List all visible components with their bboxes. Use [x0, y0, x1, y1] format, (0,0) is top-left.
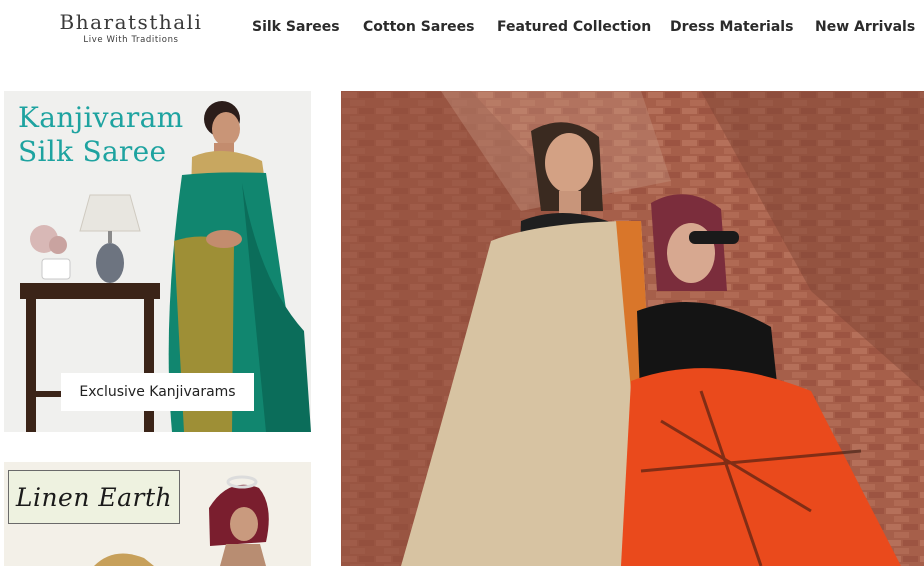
kanjivaram-title-line1: Kanjivaram [18, 101, 184, 134]
linen-earth-title: Linen Earth [15, 482, 173, 512]
nav-item-silk-sarees[interactable]: Silk Sarees [252, 19, 340, 35]
nav-item-dress-materials[interactable]: Dress Materials [670, 19, 793, 35]
nav-item-featured-collection[interactable]: Featured Collection [497, 19, 651, 35]
kanjivaram-card-label[interactable]: Exclusive Kanjivarams [61, 373, 254, 411]
linen-earth-card[interactable]: Linen Earth [4, 462, 311, 566]
kanjivaram-title-line2: Silk Saree [18, 135, 167, 168]
hero-image [341, 91, 924, 566]
nav-item-new-arrivals[interactable]: New Arrivals [815, 19, 915, 35]
main-nav: Silk Sarees Cotton Sarees Featured Colle… [0, 19, 924, 39]
nav-item-cotton-sarees[interactable]: Cotton Sarees [363, 19, 475, 35]
hero-banner[interactable] [341, 91, 924, 566]
kanjivaram-card[interactable]: Kanjivaram Silk Saree Exclusive Kanjivar… [4, 91, 311, 432]
linen-earth-title-box: Linen Earth [8, 470, 180, 524]
kanjivaram-image-title: Kanjivaram Silk Saree [18, 101, 183, 169]
